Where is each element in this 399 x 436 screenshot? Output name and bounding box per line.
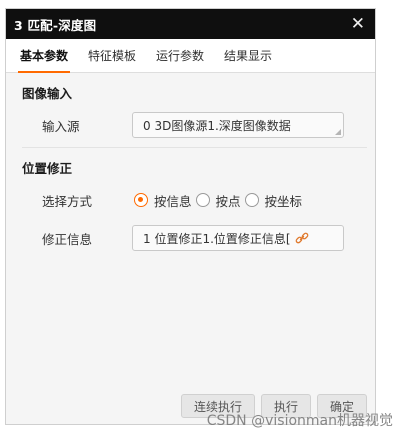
dialog-window: 3 匹配-深度图 ✕ 基本参数 特征模板 运行参数 结果显示 图像输入 输入源 …: [5, 8, 376, 425]
tab-basic-params[interactable]: 基本参数: [10, 39, 78, 73]
tab-bar: 基本参数 特征模板 运行参数 结果显示: [6, 39, 375, 73]
radio-by-info-label: 按信息: [154, 193, 192, 209]
footer-bar: 连续执行 执行 确定: [6, 388, 375, 424]
confirm-button[interactable]: 确定: [316, 394, 367, 418]
radio-by-coordinate[interactable]: 按坐标: [244, 191, 303, 210]
radio-unchecked-icon: [195, 193, 210, 207]
correction-info-field[interactable]: 1 位置修正1.位置修正信息[: [132, 225, 344, 251]
close-icon[interactable]: ✕: [351, 15, 365, 33]
correction-info-row: 修正信息 1 位置修正1.位置修正信息[: [6, 222, 375, 254]
correction-info-value: 1 位置修正1.位置修正信息[: [143, 231, 291, 246]
run-button[interactable]: 执行: [260, 394, 311, 418]
radio-unchecked-icon: [244, 193, 259, 207]
link-icon[interactable]: [295, 231, 309, 245]
input-source-label: 输入源: [42, 118, 80, 134]
method-radio-group: 按信息 按点 按坐标: [134, 191, 306, 210]
tab-result-display[interactable]: 结果显示: [214, 39, 282, 72]
tab-run-params[interactable]: 运行参数: [146, 39, 214, 72]
radio-by-coordinate-label: 按坐标: [264, 193, 303, 209]
radio-by-info[interactable]: 按信息: [134, 191, 192, 210]
resize-corner-icon: [335, 129, 341, 135]
input-source-field[interactable]: 0 3D图像源1.深度图像数据: [132, 112, 344, 138]
radio-by-point-label: 按点: [215, 193, 241, 209]
radio-checked-icon: [134, 193, 148, 207]
window-title: 3 匹配-深度图: [14, 17, 97, 33]
title-bar[interactable]: 3 匹配-深度图 ✕: [6, 9, 375, 39]
section-divider: [22, 147, 367, 148]
input-source-row: 输入源 0 3D图像源1.深度图像数据: [6, 109, 375, 141]
correction-info-label: 修正信息: [42, 231, 93, 247]
tab-feature-template[interactable]: 特征模板: [78, 39, 146, 72]
position-correction-section-title: 位置修正: [22, 161, 73, 176]
image-input-section-title: 图像输入: [22, 86, 73, 101]
input-source-value: 0 3D图像源1.深度图像数据: [143, 118, 291, 133]
method-row: 选择方式 按信息 按点 按坐标: [6, 184, 375, 216]
method-label: 选择方式: [42, 193, 93, 209]
continuous-run-button[interactable]: 连续执行: [180, 394, 255, 418]
radio-by-point[interactable]: 按点: [195, 191, 241, 210]
